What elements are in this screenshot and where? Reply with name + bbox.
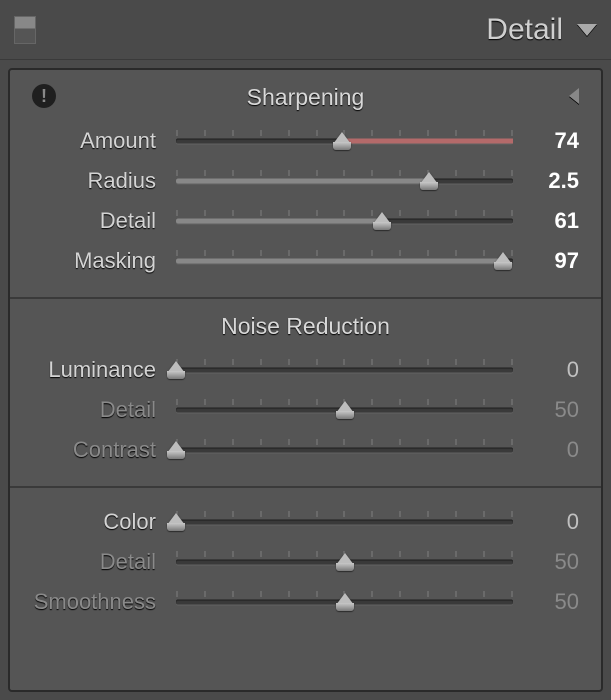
masking-label: Masking (32, 248, 172, 274)
luminance-label: Luminance (32, 357, 172, 383)
panel-title[interactable]: Detail (486, 13, 563, 47)
masking-thumb[interactable] (492, 252, 514, 270)
luma-detail-value[interactable]: 50 (517, 397, 579, 423)
color-thumb[interactable] (165, 513, 187, 531)
color-detail-value[interactable]: 50 (517, 549, 579, 575)
color-label: Color (32, 509, 172, 535)
luma-contrast-slider[interactable] (176, 439, 513, 461)
radius-thumb[interactable] (418, 172, 440, 190)
radius-label: Radius (32, 168, 172, 194)
luminance-value[interactable]: 0 (517, 357, 579, 383)
smoothness-row: Smoothness 50 (32, 582, 579, 622)
sharpen-detail-row: Detail 61 (32, 201, 579, 241)
color-detail-label: Detail (32, 549, 172, 575)
luma-detail-label: Detail (32, 397, 172, 423)
color-detail-thumb[interactable] (334, 553, 356, 571)
luma-contrast-row: Contrast 0 (32, 430, 579, 470)
sharpening-title: Sharpening (247, 84, 365, 110)
radius-slider[interactable] (176, 170, 513, 192)
sharpen-detail-slider[interactable] (176, 210, 513, 232)
luma-contrast-value[interactable]: 0 (517, 437, 579, 463)
noise-color-section: Color 0 Detail 50 (10, 486, 601, 638)
preview-toggle-icon[interactable] (14, 16, 36, 44)
amount-thumb[interactable] (331, 132, 353, 150)
detail-panel: Detail ! Sharpening Amount (0, 0, 611, 700)
luma-detail-thumb[interactable] (334, 401, 356, 419)
luma-detail-row: Detail 50 (32, 390, 579, 430)
amount-label: Amount (32, 128, 172, 154)
luma-detail-slider[interactable] (176, 399, 513, 421)
smoothness-value[interactable]: 50 (517, 589, 579, 615)
luminance-thumb[interactable] (165, 361, 187, 379)
detail-inner-panel: ! Sharpening Amount 74 (8, 68, 603, 692)
radius-value[interactable]: 2.5 (517, 168, 579, 194)
panel-header: Detail (0, 0, 611, 60)
amount-value[interactable]: 74 (517, 128, 579, 154)
luma-contrast-thumb[interactable] (165, 441, 187, 459)
luminance-row: Luminance 0 (32, 350, 579, 390)
smoothness-label: Smoothness (32, 589, 172, 615)
color-slider[interactable] (176, 511, 513, 533)
smoothness-slider[interactable] (176, 591, 513, 613)
disclosure-triangle-icon[interactable] (577, 24, 597, 36)
collapse-arrow-icon[interactable] (569, 88, 579, 104)
radius-row: Radius 2.5 (32, 161, 579, 201)
smoothness-thumb[interactable] (334, 593, 356, 611)
amount-slider[interactable] (176, 130, 513, 152)
masking-row: Masking 97 (32, 241, 579, 281)
color-detail-slider[interactable] (176, 551, 513, 573)
warning-icon[interactable]: ! (32, 84, 56, 108)
sharpening-section: ! Sharpening Amount 74 (10, 70, 601, 297)
noise-luma-section: Noise Reduction Luminance 0 Detail (10, 297, 601, 486)
masking-value[interactable]: 97 (517, 248, 579, 274)
luminance-slider[interactable] (176, 359, 513, 381)
luma-contrast-label: Contrast (32, 437, 172, 463)
sharpen-detail-label: Detail (32, 208, 172, 234)
sharpen-detail-value[interactable]: 61 (517, 208, 579, 234)
color-detail-row: Detail 50 (32, 542, 579, 582)
noise-reduction-title: Noise Reduction (221, 313, 390, 339)
color-row: Color 0 (32, 502, 579, 542)
sharpen-detail-thumb[interactable] (371, 212, 393, 230)
masking-slider[interactable] (176, 250, 513, 272)
color-value[interactable]: 0 (517, 509, 579, 535)
amount-row: Amount 74 (32, 121, 579, 161)
